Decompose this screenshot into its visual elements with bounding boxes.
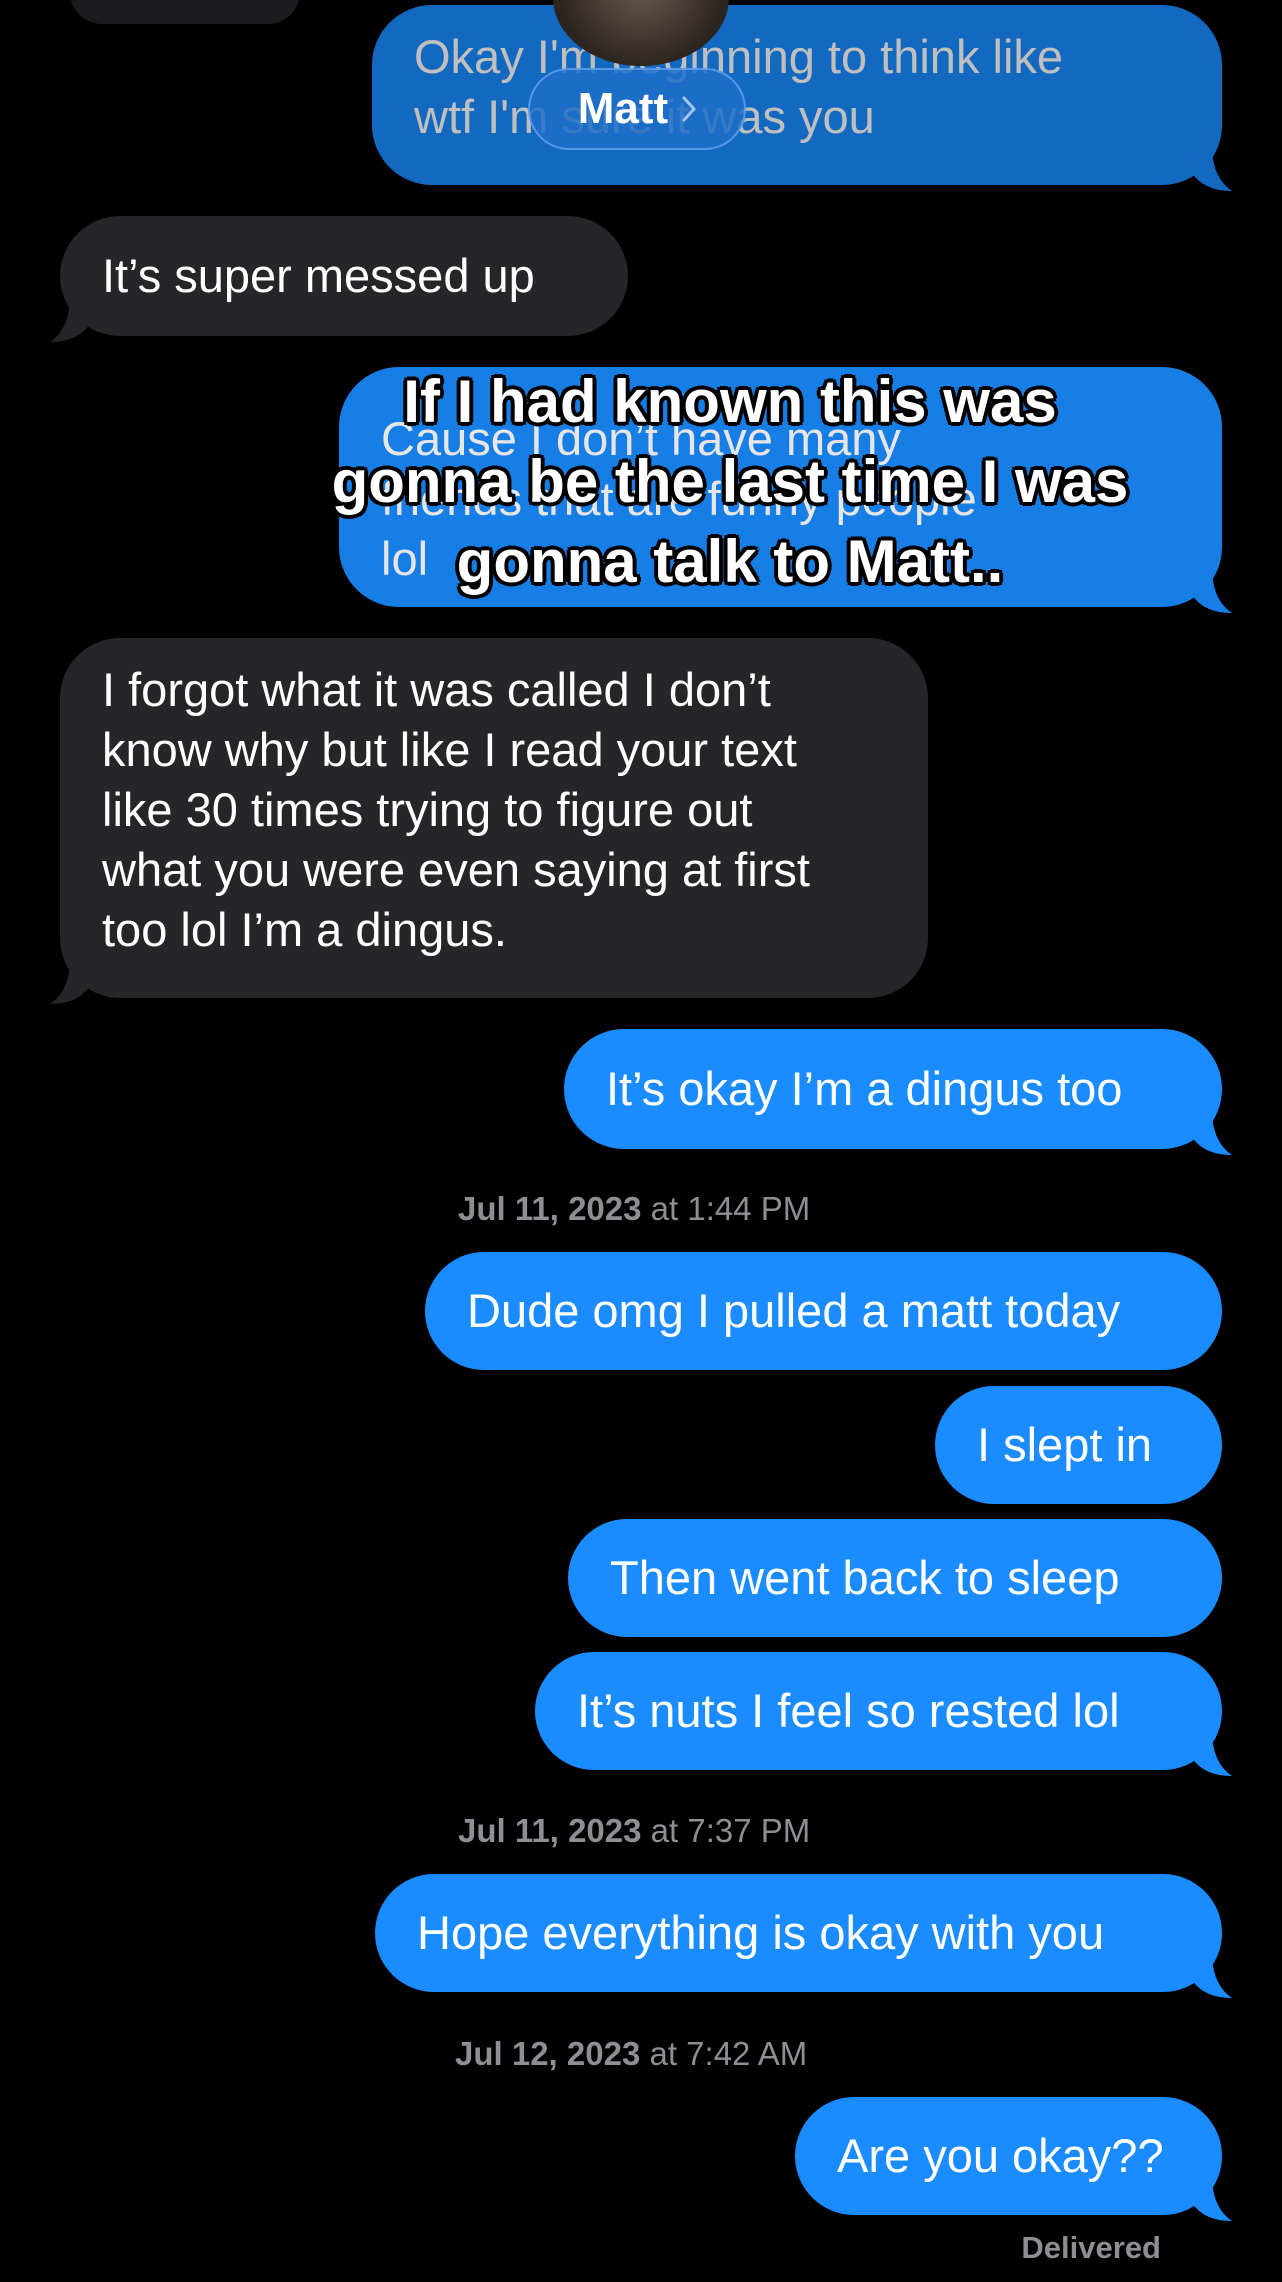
timestamp: Jul 11, 2023 at 1:44 PM: [458, 1190, 811, 1227]
message-bubble-outgoing[interactable]: Hope everything is okay with you: [375, 1874, 1232, 1998]
timestamp: Jul 11, 2023 at 7:37 PM: [458, 1812, 811, 1849]
message-bubble-incoming[interactable]: It’s super messed up: [50, 216, 628, 342]
previous-message-edge: [70, 0, 300, 24]
message-text: Dude omg I pulled a matt today: [467, 1284, 1121, 1337]
delivered-status: Delivered: [1021, 2230, 1161, 2265]
message-text: Hope everything is okay with you: [417, 1906, 1105, 1959]
message-text: It’s okay I’m a dingus too: [606, 1062, 1123, 1115]
message-bubble-outgoing[interactable]: Dude omg I pulled a matt today: [425, 1252, 1222, 1370]
chevron-right-icon: [682, 96, 697, 122]
message-bubble-outgoing[interactable]: Okay I'm beginning to think like wtf I'm…: [372, 5, 1232, 191]
message-bubble-outgoing[interactable]: It’s okay I’m a dingus too: [564, 1029, 1232, 1155]
message-text: I forgot what it was called I don’t know…: [102, 663, 810, 956]
contact-name: Matt: [577, 84, 669, 133]
message-text: Are you okay??: [837, 2129, 1164, 2182]
overlay-caption: If I had known this was gonna be the las…: [331, 368, 1129, 595]
message-text: It’s nuts I feel so rested lol: [577, 1684, 1120, 1737]
message-bubble-incoming[interactable]: I forgot what it was called I don’t know…: [50, 638, 928, 1004]
message-text: I slept in: [977, 1418, 1153, 1471]
message-text: Then went back to sleep: [610, 1551, 1120, 1604]
timestamp: Jul 12, 2023 at 7:42 AM: [455, 2035, 808, 2072]
message-bubble-outgoing[interactable]: Then went back to sleep: [568, 1519, 1222, 1637]
message-bubble-outgoing[interactable]: Are you okay??: [795, 2097, 1232, 2221]
message-text: It’s super messed up: [102, 249, 535, 302]
message-bubble-outgoing[interactable]: I slept in: [935, 1386, 1222, 1504]
message-bubble-outgoing[interactable]: It’s nuts I feel so rested lol: [535, 1652, 1232, 1776]
contact-name-button[interactable]: Matt: [528, 68, 746, 150]
